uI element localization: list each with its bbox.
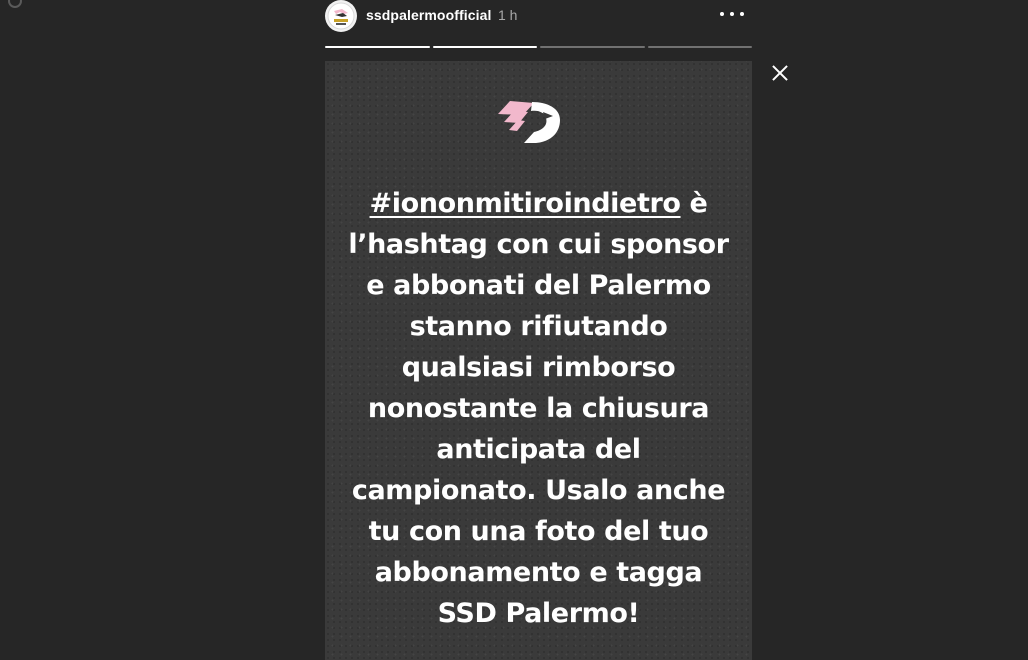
story-body-text: è l’hashtag con cui sponsor e abbonati d…	[348, 188, 729, 629]
progress-segment	[540, 46, 645, 48]
palermo-logo-icon	[327, 2, 355, 30]
story-header: ssdpalermoofficial 1 h	[325, 0, 752, 36]
more-options-icon[interactable]	[720, 6, 744, 22]
close-icon[interactable]	[768, 61, 792, 85]
progress-segment	[647, 46, 752, 48]
progress-fill	[432, 46, 537, 48]
dot	[740, 12, 744, 16]
hashtag-link[interactable]: #iononmitiroindietro	[370, 188, 681, 219]
avatar[interactable]	[325, 0, 357, 32]
story-content[interactable]: #iononmitiroindietro è l’hashtag con cui…	[325, 61, 752, 660]
username-link[interactable]: ssdpalermoofficial	[366, 7, 492, 23]
story-timestamp: 1 h	[498, 7, 518, 23]
dot	[720, 12, 724, 16]
palermo-eagle-logo-icon	[498, 101, 560, 143]
progress-segment	[432, 46, 537, 48]
partial-icon	[8, 0, 22, 8]
progress-segment	[325, 46, 430, 48]
story-caption: #iononmitiroindietro è l’hashtag con cui…	[347, 183, 730, 634]
progress-fill	[325, 46, 430, 48]
dot	[730, 12, 734, 16]
story-progress-bar	[325, 46, 752, 48]
